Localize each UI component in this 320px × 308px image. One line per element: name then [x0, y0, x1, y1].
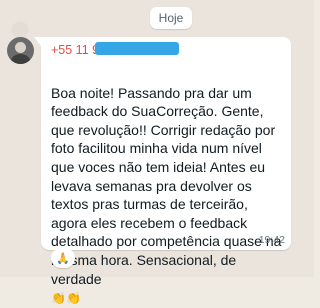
clapping-hands-icon: 👏👏	[51, 291, 81, 306]
message-bubble[interactable]: +55 11 9 Boa noite! Passando pra dar um …	[34, 37, 291, 305]
avatar-head	[15, 42, 26, 53]
reaction-emoji: 🙏	[56, 252, 70, 265]
date-separator: Hoje	[150, 7, 192, 29]
date-label: Hoje	[158, 11, 184, 25]
sender-phone[interactable]: +55 11 9	[51, 43, 99, 57]
message-text: Boa noite! Passando pra dar um feedback …	[51, 65, 287, 308]
message-time: 19:42	[258, 234, 285, 246]
praying-hands-reaction-icon[interactable]: 🙏	[51, 248, 75, 268]
sender-avatar[interactable]	[7, 37, 34, 64]
avatar-shoulders	[10, 54, 31, 64]
redacted-phone-mark	[95, 42, 179, 55]
message-body: Boa noite! Passando pra dar um feedback …	[51, 84, 282, 287]
